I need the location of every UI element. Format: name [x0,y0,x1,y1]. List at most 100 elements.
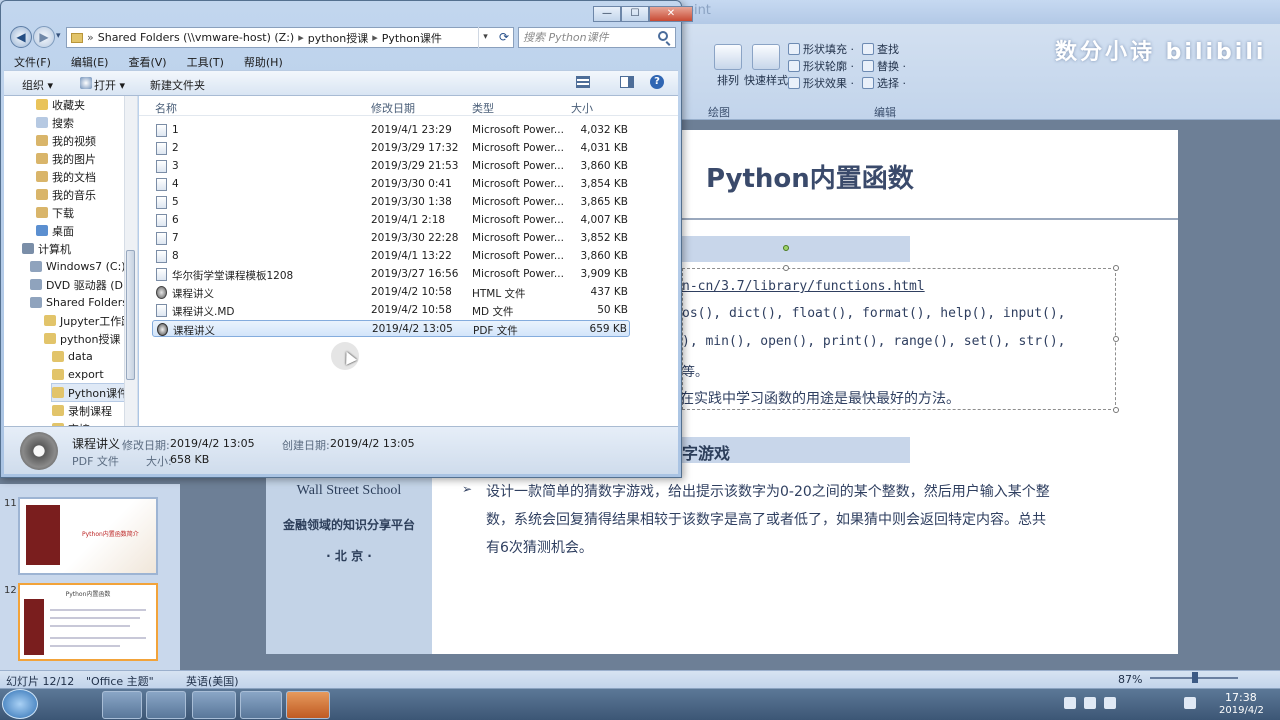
file-row[interactable]: 课程讲义 2019/4/2 10:58 HTML 文件 437 KB [152,284,630,301]
file-row[interactable]: 7 2019/3/30 22:28 Microsoft Power... 3,852 … [152,230,630,247]
file-row[interactable]: 华尔街学堂课程模板1208 2019/3/27 16:56 Microsoft Po… [152,266,630,283]
drive-icon [30,261,42,272]
nav-item[interactable]: 搜索 [36,114,74,131]
taskbar-window-icon[interactable] [240,691,282,719]
nav-item[interactable]: 我的图片 [36,150,96,167]
nav-item[interactable]: 下载 [36,204,74,221]
file-row[interactable]: 5 2019/3/30 1:38 Microsoft Power... 3,865 K… [152,194,630,211]
address-bar[interactable]: » Shared Folders (\\vmware-host) (Z:) ▸ … [66,27,514,48]
nav-item[interactable]: Python课件 [50,383,130,402]
menu-tools[interactable]: 工具(T) [177,52,234,70]
document-icon [156,304,167,317]
rotate-handle[interactable] [783,245,789,251]
nav-item[interactable]: 我的音乐 [36,186,96,203]
nav-item[interactable]: 收藏夹 [36,96,85,113]
docs-link[interactable]: n-cn/3.7/library/functions.html [682,279,925,294]
shape-effects-button[interactable]: 形状效果 · [788,74,854,91]
column-modified[interactable]: 修改日期 [371,100,415,116]
file-name: 6 [172,214,179,226]
folder-icon [52,351,64,362]
file-row[interactable]: 3 2019/3/29 21:53 Microsoft Power... 3,860 … [152,158,630,175]
resize-handle[interactable] [1113,407,1119,413]
language[interactable]: 英语(美国) [186,673,239,689]
file-row[interactable]: 8 2019/4/1 13:22 Microsoft Power... 3,860 K… [152,248,630,265]
resize-handle[interactable] [783,265,789,271]
forward-button[interactable]: ▶ [33,26,55,48]
breadcrumb-python-course[interactable]: python授课 [308,30,368,46]
taskbar-ie-icon[interactable] [102,691,142,719]
nav-item[interactable]: Shared Folders [30,294,128,311]
change-view-icon[interactable] [576,76,590,88]
nav-item[interactable]: 我的文档 [36,168,96,185]
shape-fill-button[interactable]: 形状填充 · [788,40,854,57]
nav-item[interactable]: data [52,348,93,365]
taskbar-powerpoint-icon[interactable] [286,691,330,719]
file-row[interactable]: 课程讲义 2019/4/2 13:05 PDF 文件 659 KB [152,320,630,337]
nav-item[interactable]: DVD 驱动器 (D: [30,276,127,293]
minimize-button[interactable]: — [593,6,621,22]
clock-time[interactable]: 17:38 [1225,691,1257,704]
replace-button[interactable]: 替换 · [862,57,906,74]
tray-icon[interactable] [1084,697,1096,709]
nav-item[interactable]: 桌面 [36,222,74,239]
maximize-button[interactable]: ☐ [621,6,649,22]
file-row[interactable]: 4 2019/3/30 0:41 Microsoft Power... 3,854 K… [152,176,630,193]
clock-date[interactable]: 2019/4/2 [1219,705,1264,716]
recent-pages-dropdown[interactable]: ▾ [56,31,61,41]
menu-edit[interactable]: 编辑(E) [61,52,119,70]
tray-icon[interactable] [1104,697,1116,709]
close-button[interactable]: ✕ [649,6,693,22]
address-dropdown[interactable]: ▾ [478,27,492,48]
document-icon [156,160,167,173]
breadcrumb-python-slides[interactable]: Python课件 [382,30,442,46]
breadcrumb-shared-folders[interactable]: Shared Folders (\\vmware-host) (Z:) [98,31,295,44]
new-folder-button[interactable]: 新建文件夹 [150,77,205,93]
menu-view[interactable]: 查看(V) [118,52,176,70]
select-button[interactable]: 选择 · [862,74,906,91]
shape-outline-button[interactable]: 形状轮廓 · [788,57,854,74]
column-size[interactable]: 大小 [571,100,593,116]
open-button[interactable]: 打开 ▾ [94,77,125,93]
zoom-slider-thumb[interactable] [1192,672,1198,683]
file-row[interactable]: 2 2019/3/29 17:32 Microsoft Power... 4,031 … [152,140,630,157]
slide-thumbnail-12[interactable]: Python内置函数 [18,583,158,661]
back-button[interactable]: ◀ [10,26,32,48]
nav-item[interactable]: python授课 [44,330,120,347]
nav-item[interactable]: 录制课程 [52,402,112,419]
nav-item[interactable]: export [52,366,104,383]
taskbar-explorer-icon[interactable] [146,691,186,719]
nav-scrollbar-thumb[interactable] [126,250,135,380]
search-input[interactable]: 搜索 Python课件 [518,27,676,48]
file-size: 437 KB [590,286,628,298]
volume-icon[interactable] [1184,697,1196,709]
nav-item[interactable]: Windows7 (C:) [30,258,126,275]
nav-item[interactable]: 计算机 [22,240,71,257]
bullet-arrow-icon: ➢ [462,482,473,496]
start-button[interactable] [2,689,38,719]
menu-file[interactable]: 文件(F) [4,52,61,70]
file-row[interactable]: 课程讲义.MD 2019/4/2 10:58 MD 文件 50 KB [152,302,630,319]
details-modified-label: 修改日期: [122,439,170,452]
tray-icon[interactable] [1064,697,1076,709]
zoom-level[interactable]: 87% [1118,673,1142,686]
arrange-button[interactable]: 排列 [714,44,742,88]
file-row[interactable]: 1 2019/4/1 23:29 Microsoft Power... 4,032 K… [152,122,630,139]
menu-help[interactable]: 帮助(H) [234,52,293,70]
refresh-icon[interactable]: ⟳ [494,27,514,48]
file-row[interactable]: 6 2019/4/1 2:18 Microsoft Power... 4,007 KB [152,212,630,229]
column-name[interactable]: 名称 [155,100,177,116]
resize-handle[interactable] [1113,265,1119,271]
help-icon[interactable]: ? [650,75,664,89]
resize-handle[interactable] [1113,336,1119,342]
organize-button[interactable]: 组织 ▾ [22,77,53,93]
slide-thumbnail-11[interactable]: Python内置函数简介 [18,497,158,575]
column-type[interactable]: 类型 [472,100,494,116]
nav-item[interactable]: 我的视频 [36,132,96,149]
preview-pane-icon[interactable] [620,76,634,88]
nav-item[interactable]: Jupyter工作路 [44,312,132,329]
quick-styles-button[interactable]: 快速样式 [744,44,788,88]
file-type: Microsoft Power... [472,196,564,208]
taskbar-media-icon[interactable] [192,691,236,719]
find-button[interactable]: 查找 [862,40,906,57]
search-icon[interactable] [658,31,668,41]
